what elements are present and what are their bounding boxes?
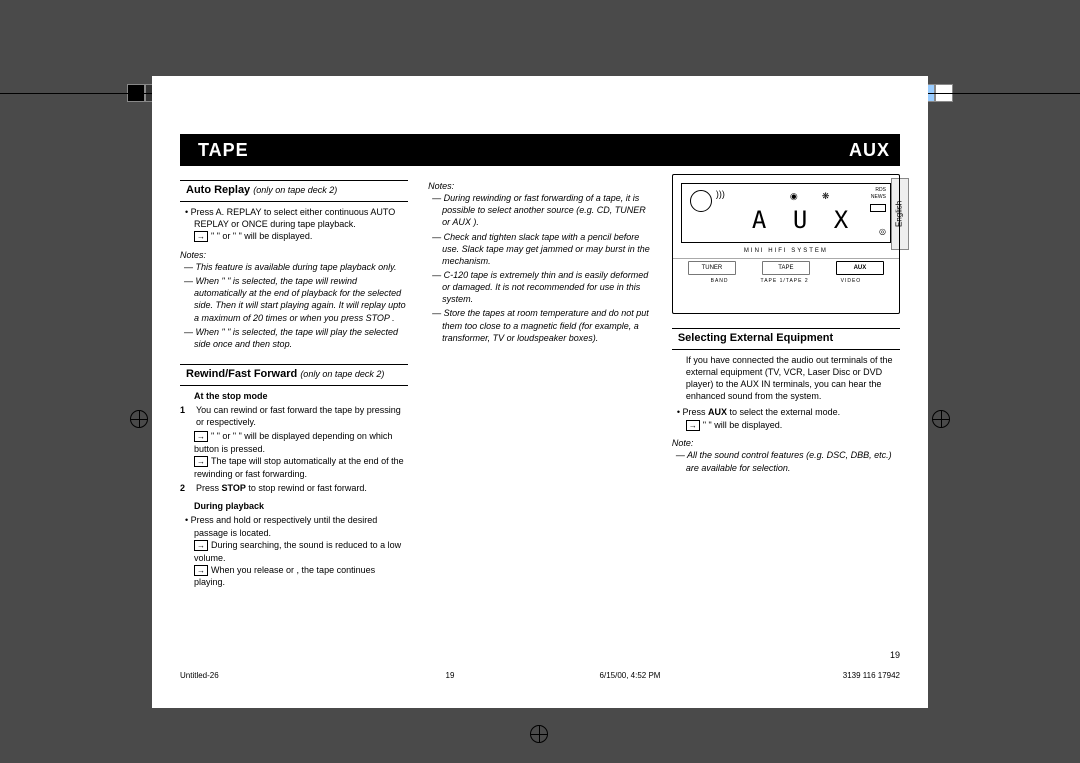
panel-buttons: TUNER TAPE AUX	[679, 261, 893, 275]
mid-notes: — During rewinding or fast forwarding of…	[428, 192, 652, 344]
rewind-h1: At the stop mode	[194, 390, 408, 402]
notes-label: Notes:	[180, 249, 408, 261]
tape-button: TAPE	[762, 261, 810, 275]
footer-page: 19	[360, 671, 540, 680]
panel-model-label: MINI HIFI SYSTEM	[679, 247, 893, 255]
cd-icon	[690, 190, 712, 212]
header-left: TAPE	[198, 140, 249, 161]
auto-replay-display: →" " or " " will be displayed.	[180, 230, 408, 243]
registration-mark-icon	[932, 410, 950, 428]
section-select-external-title: Selecting External Equipment	[672, 328, 900, 350]
registration-mark-icon	[530, 725, 548, 743]
device-panel-illustration: ))) ◉ ❋ RDS NEWS ◎ A U X MINI HIFI SYSTE…	[672, 174, 900, 314]
section-auto-replay-title: Auto Replay (only on tape deck 2)	[180, 180, 408, 202]
title-subtitle: (only on tape deck 2)	[300, 369, 384, 379]
waves-icon: )))	[716, 188, 725, 200]
tuner-button: TUNER	[688, 261, 736, 275]
page: TAPE AUX Auto Replay (only on tape deck …	[152, 76, 928, 708]
rewind-h2: During playback	[194, 500, 408, 512]
column-right: English ))) ◉ ❋ RDS NEWS ◎ A U X MINI HI…	[672, 174, 900, 589]
fan-icon: ❋	[822, 190, 830, 202]
select-ext-display: →" " will be displayed.	[672, 419, 900, 432]
rewind-step3a: →During searching, the sound is reduced …	[180, 539, 408, 564]
select-ext-note-label: Note:	[672, 437, 900, 449]
rewind-step1b: →The tape will stop automatically at the…	[180, 455, 408, 480]
header-bar: TAPE AUX	[180, 134, 900, 166]
footer-docname: Untitled-26	[180, 671, 360, 680]
title-text: Auto Replay	[186, 184, 250, 196]
rewind-step1a: →" " or " " will be displayed depending …	[180, 430, 408, 455]
lcd-aux-text: A U X	[752, 204, 854, 236]
lcd-display: ))) ◉ ❋ RDS NEWS ◎ A U X	[681, 183, 891, 243]
header-right: AUX	[849, 140, 890, 161]
title-text: Rewind/Fast Forward	[186, 368, 297, 380]
footer: Untitled-26 19 6/15/00, 4:52 PM 3139 116…	[180, 671, 900, 680]
rewind-step1: You can rewind or fast forward the tape …	[196, 404, 408, 428]
lcd-news: NEWS	[871, 194, 886, 201]
disc-small-icon: ◎	[879, 227, 886, 238]
registration-mark-icon	[130, 410, 148, 428]
aux-button: AUX	[836, 261, 884, 275]
speaker-icon: ◉	[790, 190, 798, 202]
select-ext-step: • Press AUX to select the external mode.	[686, 406, 900, 418]
footer-datetime: 6/15/00, 4:52 PM	[540, 671, 720, 680]
select-ext-p1: If you have connected the audio out term…	[686, 354, 900, 403]
title-subtitle: (only on tape deck 2)	[253, 185, 337, 195]
auto-replay-notes: — This feature is available during tape …	[180, 261, 408, 350]
lcd-rds: RDS	[875, 187, 886, 194]
rewind-step3: • Press and hold or respectively until t…	[194, 514, 408, 538]
column-mid: Notes: — During rewinding or fast forwar…	[428, 174, 652, 589]
mid-notes-label: Notes:	[428, 180, 652, 192]
title-text: Selecting External Equipment	[678, 332, 833, 344]
select-ext-note: — All the sound control features (e.g. D…	[672, 449, 900, 473]
section-rewind-title: Rewind/Fast Forward (only on tape deck 2…	[180, 364, 408, 386]
clock-box-icon	[870, 204, 886, 212]
panel-button-labels: BAND TAPE 1/TAPE 2 VIDEO	[679, 278, 893, 285]
rewind-step3b: →When you release or , the tape continue…	[180, 564, 408, 589]
page-number: 19	[890, 650, 900, 660]
footer-partno: 3139 116 17942	[720, 671, 900, 680]
column-left: Auto Replay (only on tape deck 2) • Pres…	[180, 174, 408, 589]
rewind-step2: Press STOP to stop rewind or fast forwar…	[196, 482, 408, 494]
auto-replay-step: • Press A. REPLAY to select either conti…	[194, 206, 408, 230]
